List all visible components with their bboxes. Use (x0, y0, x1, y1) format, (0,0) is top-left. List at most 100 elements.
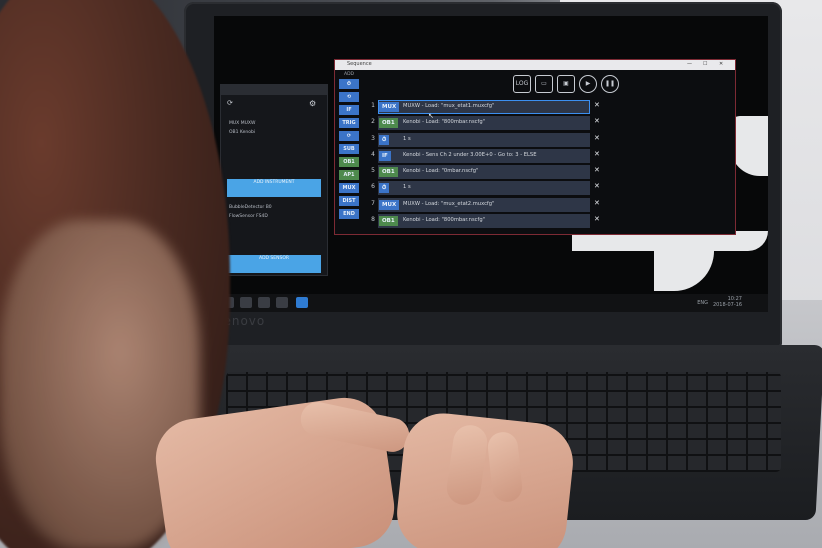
palette-item-ap1[interactable]: AP1 (339, 170, 359, 180)
desktop-wallpaper-shape (654, 251, 714, 291)
folder-icon[interactable]: ▭ (535, 75, 553, 93)
window-title: Sequence (347, 61, 372, 67)
step-description: 1 s (403, 135, 411, 142)
clock-date: 2018-07-16 (712, 302, 742, 308)
step-number: 1 (371, 102, 375, 109)
palette-item-goto[interactable]: ⟳ (339, 131, 359, 141)
step-body[interactable]: ⏱ 1 s (378, 181, 590, 196)
step-description: 1 s (403, 184, 411, 191)
play-icon[interactable]: ▶ (579, 75, 597, 93)
step-type-badge: OB1 (379, 167, 398, 178)
palette-item-if[interactable]: IF (339, 105, 359, 115)
sequence-toolbar: LOG ▭ ▣ ▶ ❚❚ (513, 75, 619, 95)
step-type-badge: OB1 (379, 118, 398, 129)
step-body[interactable]: OB1 Kenobi - Load: "800mbar.nscfg" (378, 214, 590, 229)
step-body[interactable]: OB1 Kenobi - Load: "800mbar.nscfg" (378, 116, 590, 131)
maximize-icon[interactable]: ☐ (703, 61, 707, 67)
delete-step-icon[interactable]: ✕ (594, 150, 600, 158)
step-type-badge: ⏱ (379, 183, 390, 194)
sensor-item[interactable]: BubbleDetector B0 (229, 205, 272, 210)
instrument-window-titlebar (221, 85, 327, 95)
step-number: 2 (371, 118, 375, 126)
save-icon[interactable]: ▣ (557, 75, 575, 93)
laptop-screen: ⟳ ⚙ MUX MUXW OB1 Kenobi ADD INSTRUMENT B… (214, 16, 768, 312)
palette-label: ADD (343, 72, 354, 77)
delete-step-icon[interactable]: ✕ (594, 166, 600, 174)
sequence-step-row[interactable]: 7 MUX MUXW - Load: "mux_etat2.muxcfg" ✕ (365, 197, 605, 212)
refresh-icon[interactable]: ⟳ (227, 99, 233, 107)
step-type-badge: OB1 (379, 216, 398, 227)
step-body[interactable]: MUX MUXW - Load: "mux_etat2.muxcfg" (378, 197, 590, 212)
step-description: Kenobi - Load: "0mbar.nscfg" (403, 168, 479, 175)
step-number: 6 (371, 183, 375, 191)
delete-step-icon[interactable]: ✕ (594, 134, 600, 142)
palette-item-end[interactable]: END (339, 209, 359, 219)
step-number: 5 (371, 167, 375, 175)
step-description: Kenobi - Load: "800mbar.nscfg" (403, 119, 486, 126)
add-instrument-button[interactable]: ADD INSTRUMENT (227, 179, 321, 197)
file-explorer-icon[interactable] (258, 297, 270, 308)
instrument-label: MUX MUXW (229, 121, 256, 126)
sequence-step-row[interactable]: 6 ⏱ 1 s ✕ (365, 181, 605, 196)
step-body[interactable]: OB1 Kenobi - Load: "0mbar.nscfg" (378, 165, 590, 180)
sequence-step-row[interactable]: 1 MUX MUXW - Load: "mux_etat1.muxcfg" ✕ (365, 100, 605, 114)
palette-item-mux[interactable]: MUX (339, 183, 359, 193)
close-icon[interactable]: ✕ (719, 61, 723, 67)
sequence-window-titlebar: Sequence — ☐ ✕ (335, 60, 735, 70)
sequence-step-row[interactable]: 4 IF Kenobi - Sens Ch 2 under 3.00E+0 - Go… (365, 148, 605, 163)
step-description: Kenobi - Sens Ch 2 under 3.00E+0 - Go to… (403, 151, 537, 158)
language-indicator[interactable]: ENG (697, 300, 708, 306)
app-taskbar-icon[interactable] (296, 297, 308, 308)
add-sensor-button[interactable]: ADD SENSOR (227, 255, 321, 273)
sequence-step-row[interactable]: 5 OB1 Kenobi - Load: "0mbar.nscfg" ✕ (365, 165, 605, 180)
instrument-item[interactable]: OB1 Kenobi (229, 130, 255, 135)
instrument-label: OB1 Kenobi (229, 130, 256, 135)
delete-step-icon[interactable]: ✕ (594, 182, 600, 190)
system-clock: 10:27 2018-07-16 (713, 296, 742, 308)
sequence-step-row[interactable]: 3 ⏱ 1 s ✕ (365, 132, 605, 147)
minimize-icon[interactable]: — (687, 61, 692, 67)
windows-taskbar: 10:27 2018-07-16 ENG (214, 294, 768, 312)
mouse-cursor-icon: ↖ (428, 112, 434, 120)
step-description: MUXW - Load: "mux_etat1.muxcfg" (403, 103, 495, 109)
step-body[interactable]: MUX MUXW - Load: "mux_etat1.muxcfg" (378, 100, 590, 114)
palette-item-ob1[interactable]: OB1 (339, 157, 359, 167)
search-icon[interactable] (240, 297, 252, 308)
sensor-item[interactable]: FlowSensor FS4D (229, 214, 268, 219)
delete-step-icon[interactable]: ✕ (594, 101, 600, 109)
palette-item-dist[interactable]: DIST (339, 196, 359, 206)
step-number: 4 (371, 150, 375, 158)
step-body[interactable]: IF Kenobi - Sens Ch 2 under 3.00E+0 - Go … (378, 148, 590, 163)
instrument-item[interactable]: MUX MUXW (229, 121, 255, 126)
palette-item-loop[interactable]: ⟲ (339, 92, 359, 102)
step-type-badge: ⏱ (379, 134, 390, 145)
delete-step-icon[interactable]: ✕ (594, 117, 600, 125)
chrome-icon[interactable] (276, 297, 288, 308)
instrument-window: ⟳ ⚙ MUX MUXW OB1 Kenobi ADD INSTRUMENT B… (220, 84, 328, 276)
sequence-step-list: 1 MUX MUXW - Load: "mux_etat1.muxcfg" ✕ 2 OB1… (365, 100, 605, 230)
sequence-step-row[interactable]: 8 OB1 Kenobi - Load: "800mbar.nscfg" ✕ (365, 214, 605, 229)
laptop-lid: ⟳ ⚙ MUX MUXW OB1 Kenobi ADD INSTRUMENT B… (184, 2, 782, 347)
palette-item-trig[interactable]: TRIG (339, 118, 359, 128)
step-number: 3 (371, 134, 375, 142)
step-type-badge: IF (379, 150, 391, 161)
delete-step-icon[interactable]: ✕ (594, 215, 600, 223)
right-hand (393, 409, 577, 548)
step-type-badge: MUX (379, 199, 400, 210)
palette-item-timer[interactable]: ⏱ (339, 79, 359, 89)
step-palette: ADD ⏱ ⟲ IF TRIG ⟳ SUB OB1 AP1 MUX DIST E… (339, 72, 359, 222)
delete-step-icon[interactable]: ✕ (594, 199, 600, 207)
step-body[interactable]: ⏱ 1 s (378, 132, 590, 147)
settings-icon[interactable]: ⚙ (309, 99, 316, 108)
log-button[interactable]: LOG (513, 75, 531, 93)
step-number: 8 (371, 216, 375, 224)
pause-icon[interactable]: ❚❚ (601, 75, 619, 93)
step-type-badge: MUX (379, 102, 400, 112)
step-description: MUXW - Load: "mux_etat2.muxcfg" (403, 200, 495, 207)
sequence-window: Sequence — ☐ ✕ ADD ⏱ ⟲ IF TRIG ⟳ SUB OB1… (334, 59, 736, 235)
sensor-label: FlowSensor FS4D (229, 214, 268, 219)
photo-scene: ⟳ ⚙ MUX MUXW OB1 Kenobi ADD INSTRUMENT B… (0, 0, 822, 548)
step-description: Kenobi - Load: "800mbar.nscfg" (403, 217, 486, 224)
sequence-step-row[interactable]: 2 OB1 Kenobi - Load: "800mbar.nscfg" ✕ (365, 116, 605, 131)
palette-item-sub[interactable]: SUB (339, 144, 359, 154)
